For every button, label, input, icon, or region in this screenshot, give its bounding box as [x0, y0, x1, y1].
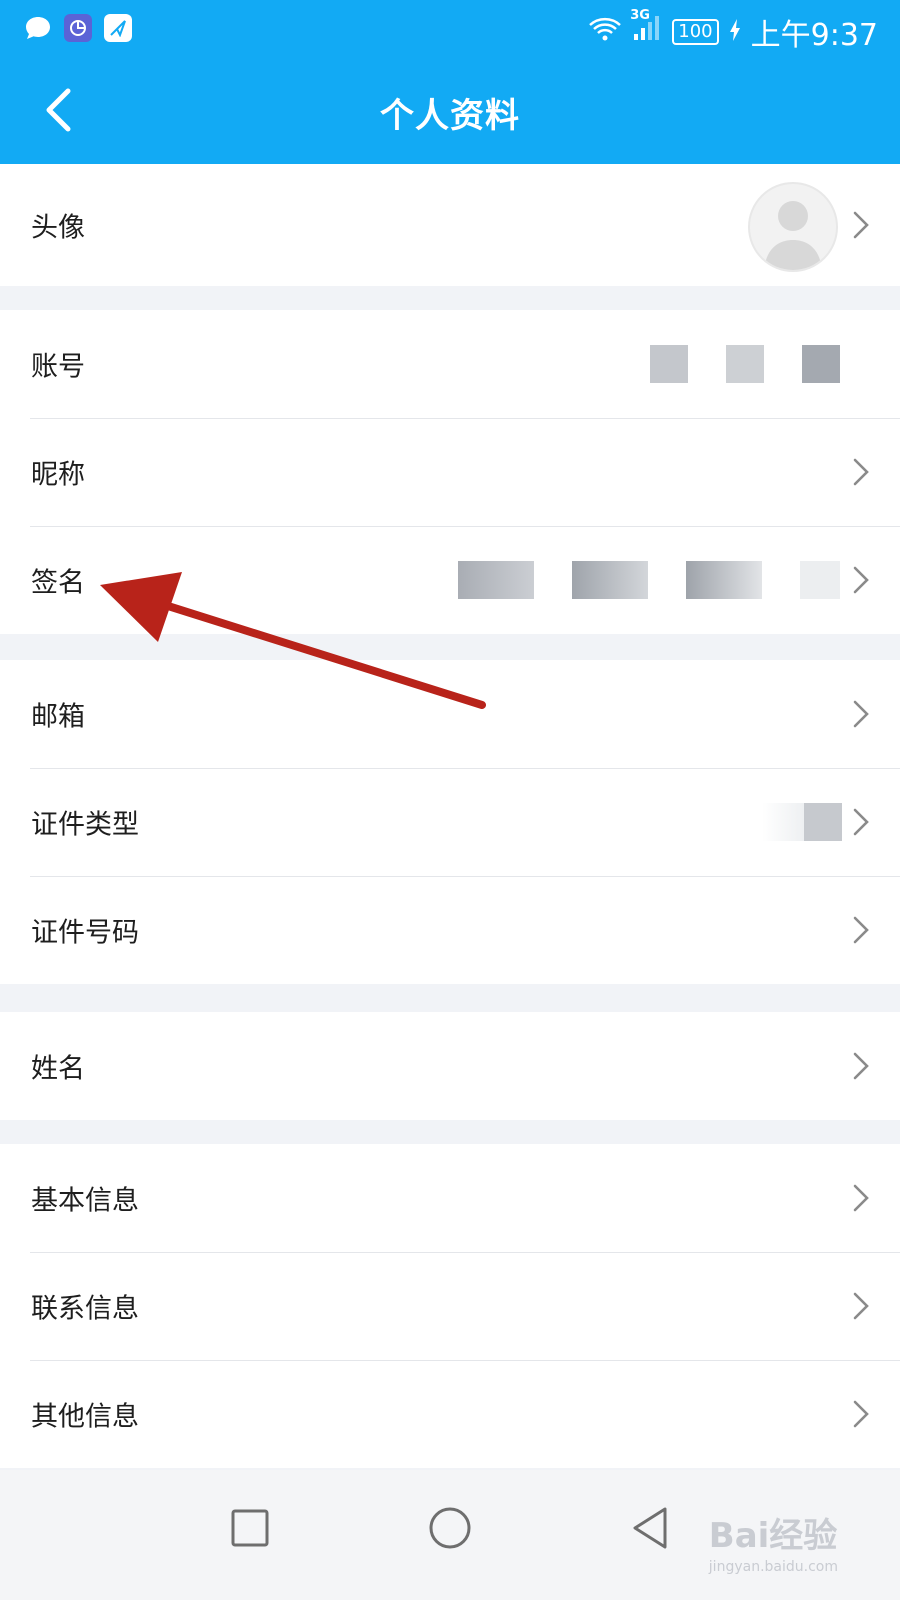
- row-label: 证件号码: [31, 917, 139, 949]
- chevron-right-icon: [852, 457, 870, 487]
- battery-icon: 100: [672, 19, 719, 45]
- back-icon: [630, 1506, 670, 1554]
- recent-apps-button[interactable]: [220, 1500, 280, 1560]
- home-icon: [428, 1506, 472, 1554]
- chevron-right-icon: [852, 1291, 870, 1321]
- chevron-right-icon: [852, 1051, 870, 1081]
- nickname-row[interactable]: 昵称: [0, 418, 900, 526]
- info-group: 基本信息 联系信息 其他信息: [0, 1144, 900, 1468]
- id-number-row[interactable]: 证件号码: [0, 876, 900, 984]
- chevron-right-icon: [852, 1183, 870, 1213]
- identity-group: 邮箱 证件类型 证件号码: [0, 660, 900, 984]
- id-type-row[interactable]: 证件类型: [0, 768, 900, 876]
- avatar-group: 头像: [0, 164, 900, 286]
- chevron-right-icon: [852, 915, 870, 945]
- row-label: 姓名: [31, 1053, 85, 1085]
- home-button[interactable]: [420, 1500, 480, 1560]
- default-avatar-icon: [764, 201, 822, 270]
- account-group: 账号 昵称 签名: [0, 310, 900, 634]
- recent-apps-icon: [230, 1508, 270, 1552]
- email-row[interactable]: 邮箱: [0, 660, 900, 768]
- row-label: 联系信息: [31, 1293, 139, 1325]
- account-row[interactable]: 账号: [0, 310, 900, 418]
- row-label: 其他信息: [31, 1401, 139, 1433]
- row-label: 证件类型: [31, 809, 139, 841]
- contact-info-row[interactable]: 联系信息: [0, 1252, 900, 1360]
- other-info-row[interactable]: 其他信息: [0, 1360, 900, 1468]
- redacted-signature-value: [458, 561, 842, 599]
- status-bar: 3G 100 上午9:37: [0, 0, 900, 62]
- basic-info-row[interactable]: 基本信息: [0, 1144, 900, 1252]
- row-label: 头像: [31, 212, 85, 244]
- row-label: 账号: [31, 351, 85, 383]
- top-nav-bar: 个人资料: [0, 62, 900, 164]
- name-row[interactable]: 姓名: [0, 1012, 900, 1120]
- avatar-row[interactable]: 头像: [0, 164, 900, 286]
- row-label: 邮箱: [31, 701, 85, 733]
- chevron-right-icon: [852, 210, 870, 240]
- watermark-text: Bai经验: [708, 1516, 838, 1556]
- row-label: 签名: [31, 567, 85, 599]
- row-label: 基本信息: [31, 1185, 139, 1217]
- system-back-button[interactable]: [620, 1500, 680, 1560]
- wifi-icon: [588, 15, 622, 50]
- chevron-right-icon: [852, 565, 870, 595]
- chevron-right-icon: [852, 807, 870, 837]
- page-title: 个人资料: [380, 96, 520, 136]
- signature-row[interactable]: 签名: [0, 526, 900, 634]
- row-label: 昵称: [31, 459, 85, 491]
- name-group: 姓名: [0, 1012, 900, 1120]
- avatar: [748, 182, 838, 272]
- baidu-watermark: Bai经验 jingyan.baidu.com: [709, 1508, 838, 1575]
- message-icon: [24, 14, 52, 42]
- redacted-account-value: [650, 345, 842, 383]
- send-app-icon: [104, 14, 132, 42]
- watermark-sub: jingyan.baidu.com: [708, 1559, 838, 1575]
- signal-icon: 3G: [630, 8, 662, 50]
- chart-app-icon: [64, 14, 92, 42]
- system-nav-bar: Bai经验 jingyan.baidu.com: [0, 1470, 900, 1600]
- status-time: 上午9:37: [750, 18, 878, 53]
- charging-icon: [729, 15, 741, 50]
- redacted-id-type-value: [762, 803, 842, 841]
- chevron-right-icon: [852, 1399, 870, 1429]
- chevron-right-icon: [852, 699, 870, 729]
